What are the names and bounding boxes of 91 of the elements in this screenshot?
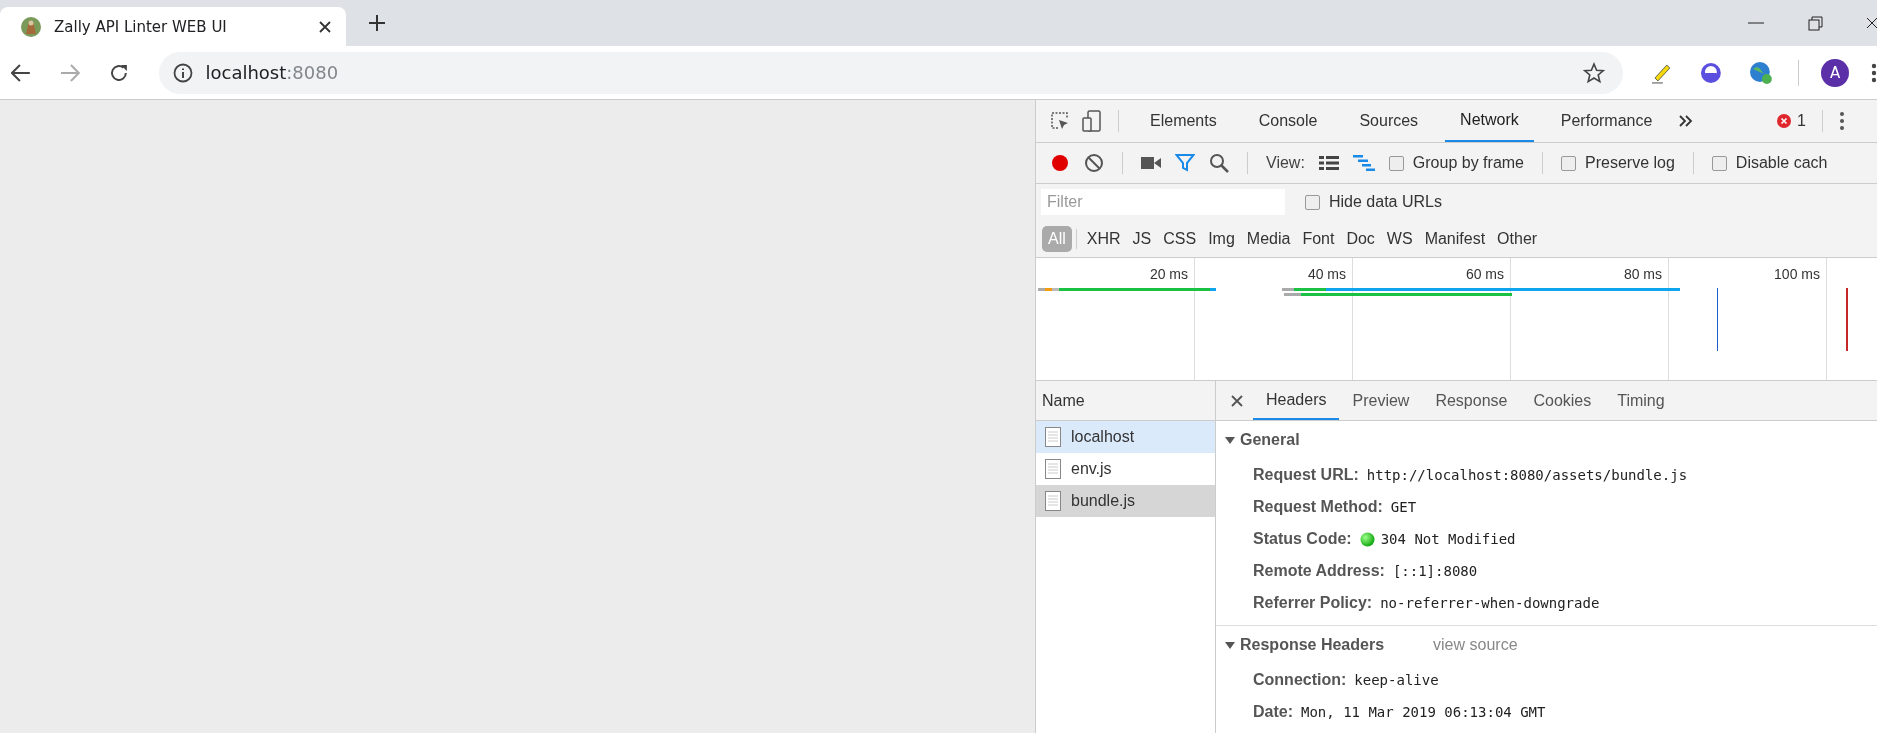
checkbox-option[interactable]: Hide data URLs [1305, 193, 1442, 211]
address-field[interactable]: localhost:8080 [205, 62, 339, 83]
request-name: env.js [1071, 460, 1112, 478]
header-value: 304 Not Modified [1380, 531, 1516, 547]
devtools-tab[interactable]: Elements [1135, 100, 1232, 142]
header-name: Request Method: [1253, 498, 1383, 516]
request-row[interactable]: env.js [1036, 453, 1215, 485]
app-icon [20, 15, 42, 38]
type-filter-button[interactable]: Doc [1340, 225, 1381, 252]
column-header[interactable]: Name [1036, 381, 1215, 421]
menu-icon[interactable] [1871, 62, 1877, 83]
list-view-icon[interactable] [1318, 156, 1339, 170]
document-icon [1045, 491, 1061, 511]
more-tabs-icon[interactable] [1679, 115, 1694, 127]
type-filter-button[interactable]: WS [1380, 225, 1419, 252]
close-icon[interactable] [1231, 394, 1243, 407]
detail-tab[interactable]: Response [1422, 381, 1521, 420]
checkbox-option[interactable]: Disable cach [1711, 154, 1828, 172]
detail-tab[interactable]: Headers [1253, 381, 1340, 420]
close-icon[interactable] [1867, 15, 1877, 31]
document-icon [1045, 459, 1061, 479]
header-name: Connection: [1253, 671, 1347, 689]
header-value: [::1]:8080 [1392, 563, 1478, 579]
header-value: http://localhost:8080/assets/bundle.js [1366, 467, 1688, 483]
filter-field[interactable]: Filter [1041, 189, 1285, 215]
extension-icon[interactable] [1698, 61, 1723, 84]
request-name: localhost [1071, 428, 1135, 446]
view-label: View: [1266, 154, 1305, 172]
avatar[interactable]: A [1821, 58, 1850, 87]
header-name: Remote Address: [1253, 562, 1385, 580]
reload-icon[interactable] [108, 62, 129, 83]
section-title[interactable]: Response Headers [1240, 636, 1385, 654]
time-tick-label: 40 ms [1307, 266, 1346, 282]
record-icon[interactable] [1050, 153, 1070, 173]
clear-icon[interactable] [1084, 153, 1104, 173]
checkbox-option[interactable]: Preserve log [1561, 154, 1675, 172]
filter-icon[interactable] [1175, 153, 1195, 173]
time-tick-label: 80 ms [1623, 266, 1662, 282]
restore-icon[interactable] [1808, 15, 1823, 31]
type-filter-button[interactable]: XHR [1080, 225, 1127, 252]
checkbox-option[interactable]: Group by frame [1388, 154, 1524, 172]
detail-tab[interactable]: Preview [1339, 381, 1423, 420]
header-value: keep-alive [1354, 672, 1439, 688]
section-title[interactable]: General [1240, 431, 1300, 449]
collapse-triangle-icon[interactable] [1225, 640, 1235, 650]
more-options-icon[interactable] [1839, 111, 1845, 131]
globe-icon[interactable] [1748, 60, 1773, 85]
header-value: GET [1390, 499, 1417, 515]
request-row[interactable]: bundle.js [1036, 485, 1215, 517]
device-icon[interactable] [1082, 110, 1102, 132]
collapse-triangle-icon[interactable] [1225, 435, 1235, 445]
error-count: 1 [1797, 112, 1806, 130]
document-icon [1045, 427, 1061, 447]
header-name: Status Code: [1253, 530, 1352, 548]
type-filter-button[interactable]: Media [1240, 225, 1297, 252]
type-filter-button[interactable]: Img [1202, 225, 1241, 252]
search-icon[interactable] [1209, 153, 1229, 173]
type-filter-button[interactable]: Other [1491, 225, 1544, 252]
time-tick-label: 60 ms [1465, 266, 1504, 282]
load-marker-line [1846, 288, 1848, 351]
back-icon[interactable] [11, 63, 31, 82]
status-dot [1359, 531, 1375, 547]
devtools-tab[interactable]: Console [1243, 100, 1333, 142]
devtools-tab[interactable]: Sources [1344, 100, 1434, 142]
error-icon [1777, 114, 1792, 128]
devtools-tab[interactable]: Performance [1545, 100, 1668, 142]
new-tab-icon[interactable] [368, 14, 386, 32]
request-name: bundle.js [1071, 492, 1136, 510]
browser-tab[interactable]: Zally API Linter WEB UI [0, 7, 346, 46]
devtools-tab[interactable]: Network [1445, 100, 1534, 142]
header-name: Referrer Policy: [1253, 594, 1373, 612]
type-filter-button[interactable]: CSS [1157, 225, 1203, 252]
detail-tab[interactable]: Cookies [1520, 381, 1605, 420]
header-name: Request URL: [1253, 466, 1359, 484]
header-value: no-referrer-when-downgrade [1380, 595, 1600, 611]
video-camera-icon[interactable] [1141, 156, 1161, 170]
header-value: Mon, 11 Mar 2019 06:13:04 GMT [1301, 704, 1546, 720]
request-row[interactable]: localhost [1036, 421, 1215, 453]
type-filter-button[interactable]: Manifest [1418, 225, 1492, 252]
info-icon[interactable] [173, 62, 194, 83]
detail-tab[interactable]: Timing [1604, 381, 1678, 420]
waterfall-view-icon[interactable] [1352, 155, 1375, 171]
time-tick-label: 20 ms [1149, 266, 1188, 282]
inspect-icon[interactable] [1050, 111, 1070, 131]
header-name: Date: [1253, 703, 1293, 721]
close-icon[interactable] [318, 19, 332, 34]
view-source-link[interactable]: view source [1433, 636, 1518, 654]
star-icon[interactable] [1582, 61, 1605, 84]
type-filter-button[interactable]: JS [1126, 225, 1158, 252]
type-filter-button[interactable]: Font [1296, 225, 1341, 252]
time-tick-label: 100 ms [1774, 266, 1820, 282]
